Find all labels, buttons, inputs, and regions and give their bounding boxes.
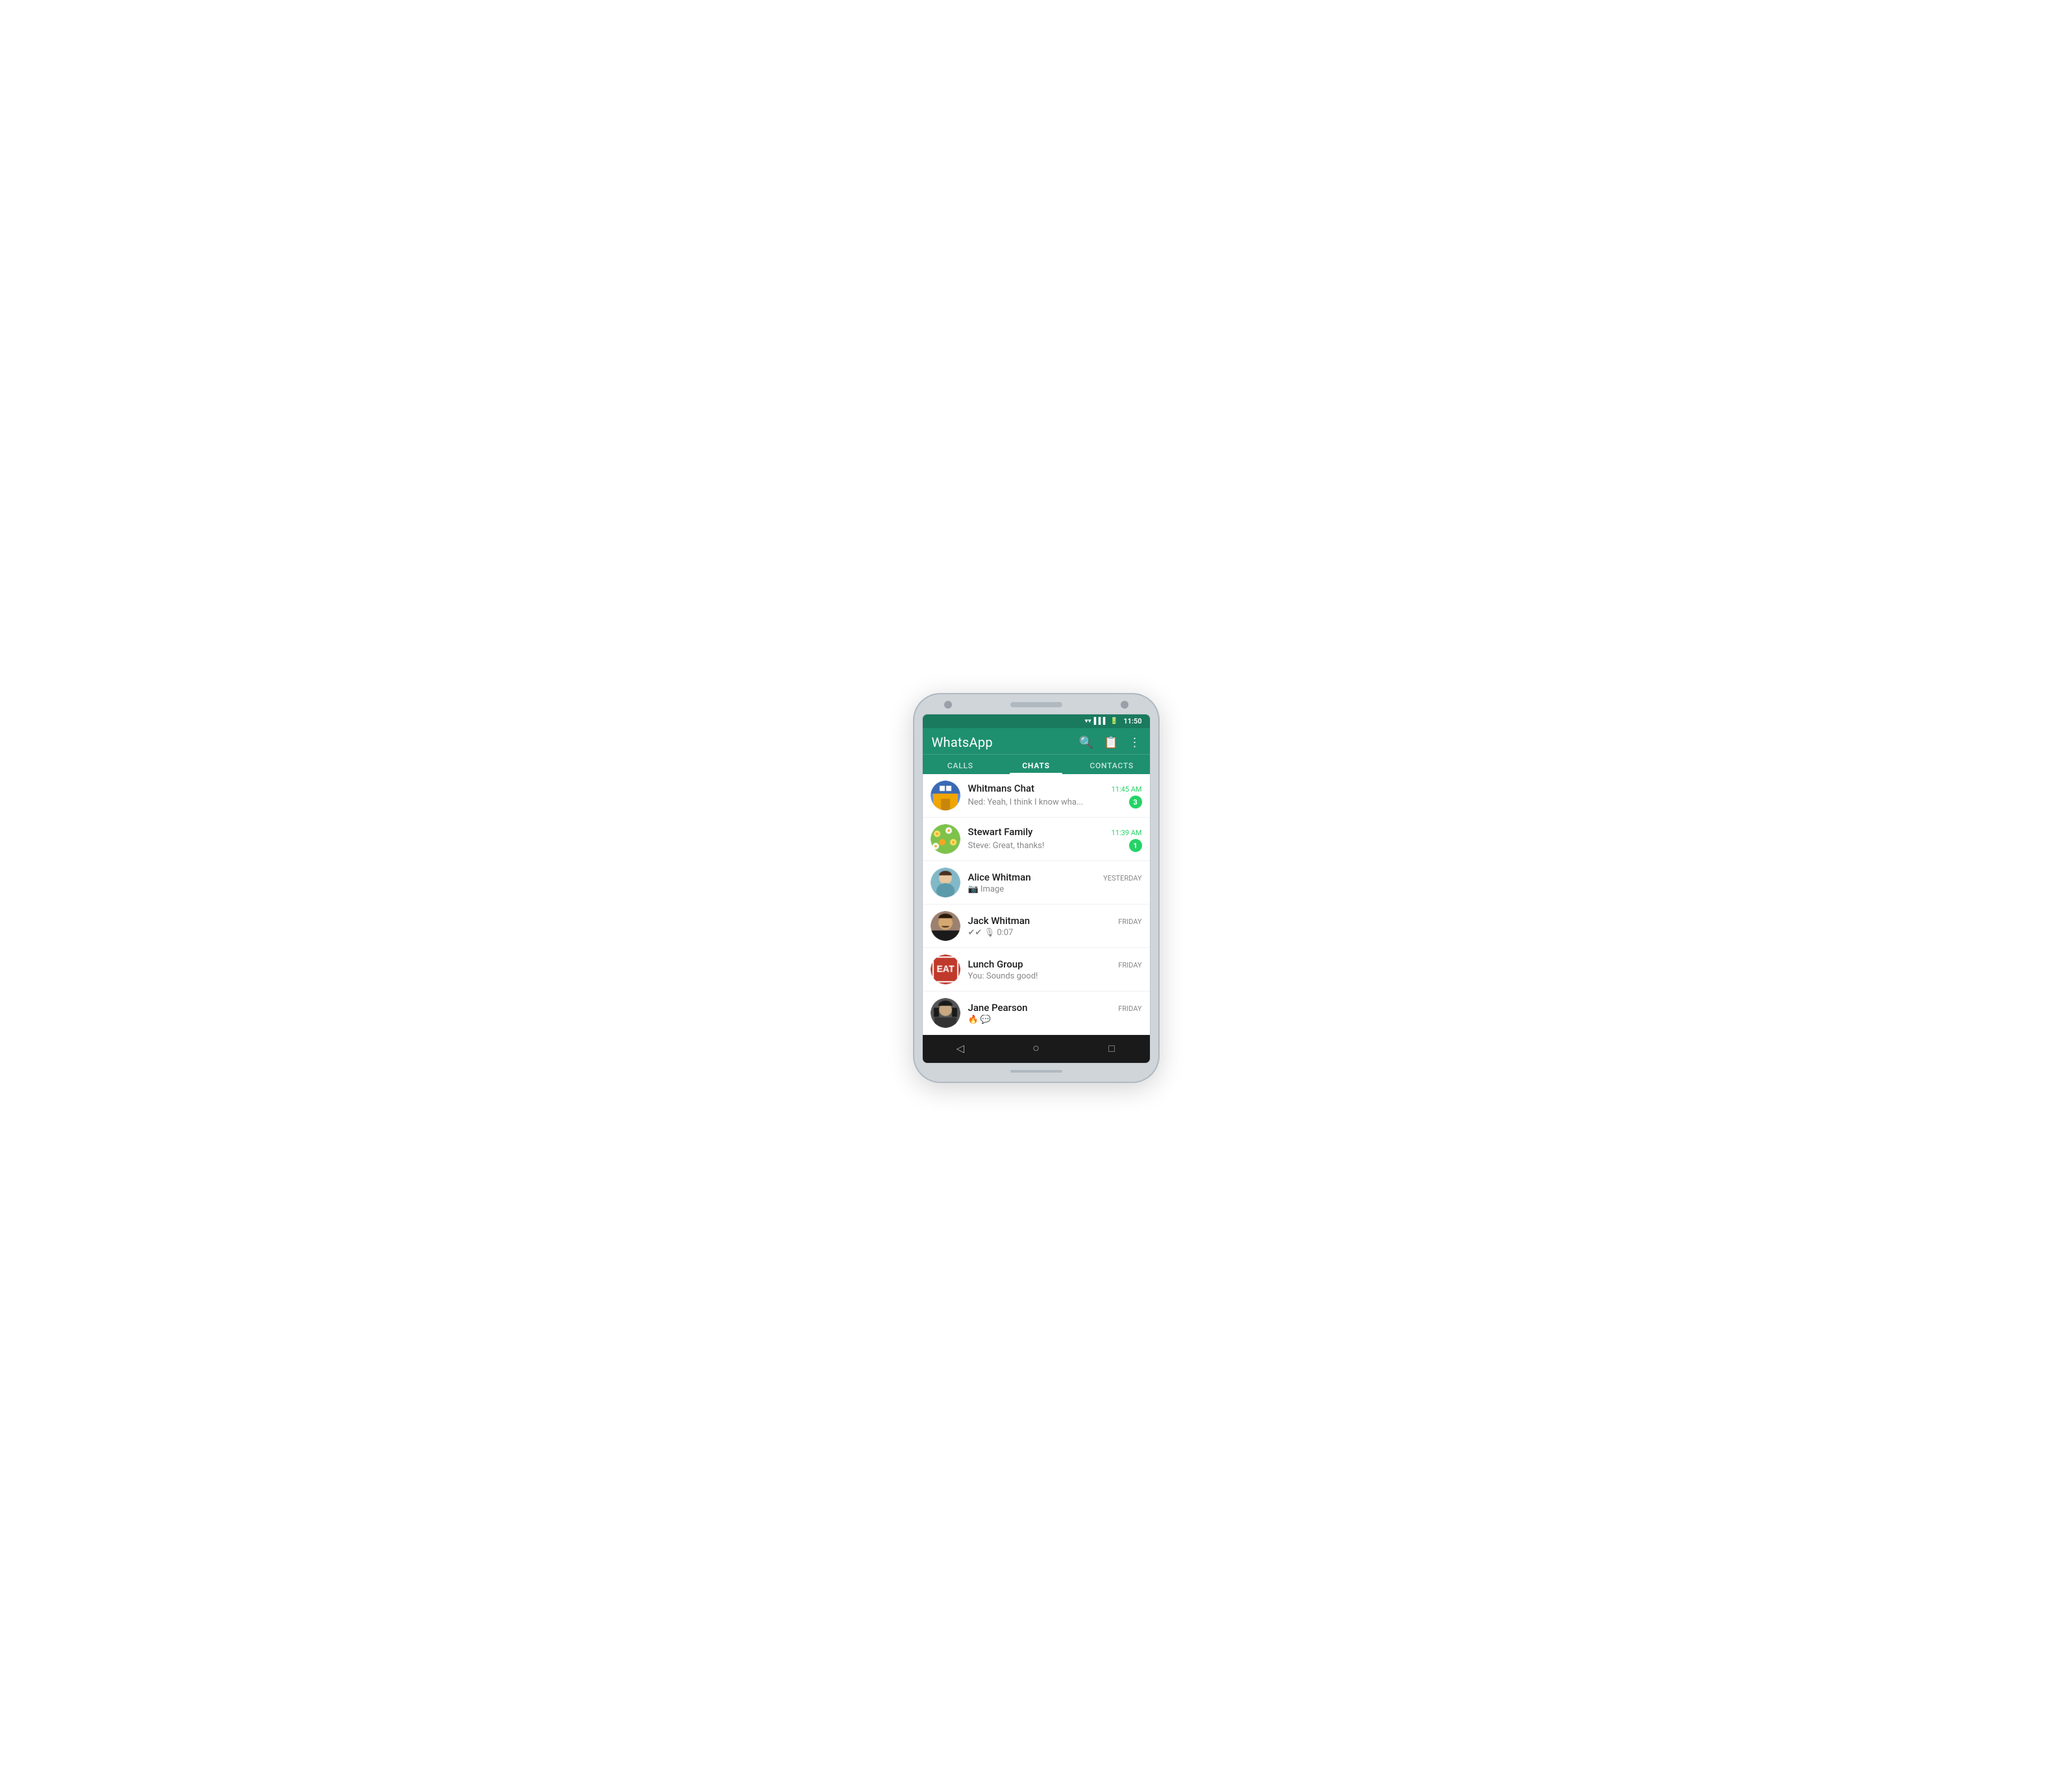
home-button[interactable] (1023, 1041, 1049, 1055)
recent-button[interactable] (1099, 1042, 1125, 1055)
phone-outer: ▾▾ ▌▌▌ 🔋 11:50 WhatsApp 🔍 📋 ⋮ CALLS CHAT… (913, 693, 1160, 1083)
chat-preview-text: ✔✔ 🎙 0:07 (968, 928, 1142, 938)
avatar (931, 824, 960, 854)
list-item[interactable]: Stewart Family 11:39 AM Steve: Great, th… (923, 818, 1150, 861)
avatar (931, 998, 960, 1028)
camera-left (944, 701, 952, 709)
tab-bar: CALLS CHATS CONTACTS (923, 754, 1150, 774)
chat-preview-text: Steve: Great, thanks! (968, 841, 1125, 851)
unread-badge: 3 (1129, 796, 1142, 809)
status-time: 11:50 (1123, 717, 1141, 725)
phone-screen: ▾▾ ▌▌▌ 🔋 11:50 WhatsApp 🔍 📋 ⋮ CALLS CHAT… (922, 714, 1151, 1064)
list-item[interactable]: Jack Whitman FRIDAY ✔✔ 🎙 0:07 (923, 905, 1150, 948)
list-item[interactable]: Alice Whitman YESTERDAY 📷 Image (923, 861, 1150, 905)
avatar (931, 955, 960, 984)
signal-icon: ▌▌▌ (1094, 718, 1108, 725)
chat-time: FRIDAY (1118, 918, 1141, 926)
chat-name: Jane Pearson (968, 1002, 1028, 1014)
chat-preview-text: 📷 Image (968, 884, 1142, 894)
tab-contacts[interactable]: CONTACTS (1074, 755, 1150, 774)
chat-name: Alice Whitman (968, 871, 1031, 883)
toolbar: WhatsApp 🔍 📋 ⋮ (923, 728, 1150, 754)
avatar (931, 781, 960, 810)
unread-badge: 1 (1129, 839, 1142, 852)
chat-name: Whitmans Chat (968, 783, 1035, 794)
back-button[interactable] (947, 1042, 973, 1054)
chat-time: FRIDAY (1118, 961, 1141, 969)
speaker (1010, 702, 1062, 707)
list-item[interactable]: Jane Pearson FRIDAY 🔥 💬 (923, 991, 1150, 1035)
more-options-icon[interactable]: ⋮ (1129, 736, 1141, 749)
chat-time: 11:45 AM (1112, 785, 1142, 794)
search-icon[interactable]: 🔍 (1079, 736, 1093, 749)
status-bar: ▾▾ ▌▌▌ 🔋 11:50 (923, 714, 1150, 728)
wifi-icon: ▾▾ (1085, 718, 1091, 725)
app-title: WhatsApp (932, 735, 1079, 750)
avatar (931, 868, 960, 897)
tab-chats[interactable]: CHATS (998, 755, 1074, 774)
chat-preview-text: You: Sounds good! (968, 971, 1142, 981)
chin-bar (1010, 1070, 1062, 1073)
camera-right (1121, 701, 1128, 709)
chat-name: Stewart Family (968, 826, 1033, 838)
chat-preview-text: Ned: Yeah, I think I know wha... (968, 797, 1125, 807)
chat-time: 11:39 AM (1112, 829, 1142, 837)
list-item[interactable]: Whitmans Chat 11:45 AM Ned: Yeah, I thin… (923, 774, 1150, 818)
battery-icon: 🔋 (1110, 718, 1118, 725)
chat-time: YESTERDAY (1103, 874, 1141, 882)
chat-name: Lunch Group (968, 958, 1023, 970)
list-item[interactable]: Lunch Group FRIDAY You: Sounds good! (923, 948, 1150, 991)
chat-name: Jack Whitman (968, 915, 1030, 927)
chat-time: FRIDAY (1118, 1004, 1141, 1013)
avatar (931, 911, 960, 941)
chat-list: Whitmans Chat 11:45 AM Ned: Yeah, I thin… (923, 774, 1150, 1035)
phone-top-bar (922, 702, 1151, 707)
tab-calls[interactable]: CALLS (923, 755, 999, 774)
nav-bar (923, 1035, 1150, 1063)
new-chat-icon[interactable]: 📋 (1104, 736, 1118, 749)
chat-preview-text: 🔥 💬 (968, 1015, 1142, 1025)
